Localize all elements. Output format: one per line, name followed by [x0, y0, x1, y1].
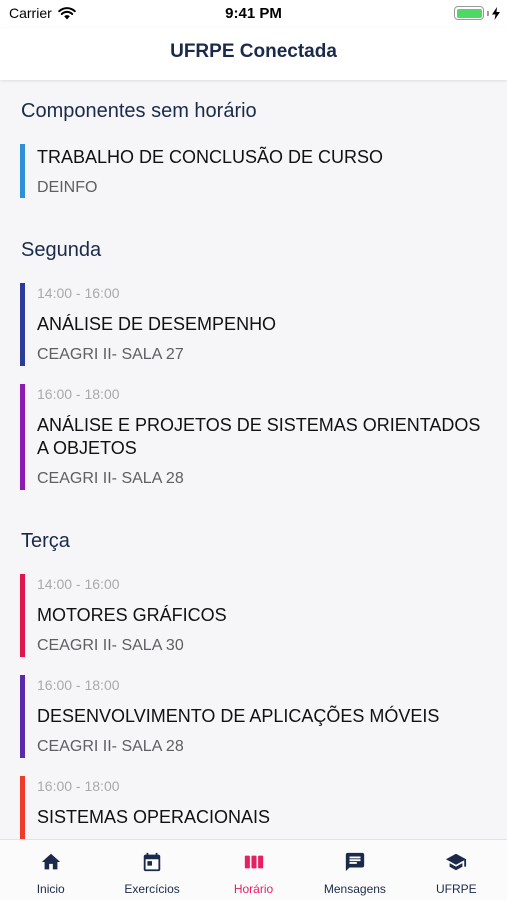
tab-label: Inicio — [36, 882, 65, 896]
home-icon — [41, 853, 60, 870]
tab-label: Exercícios — [124, 882, 180, 896]
course-time: 14:00 - 16:00 — [37, 576, 120, 592]
status-bar: Carrier 9:41 PM — [0, 0, 507, 28]
course-title: MOTORES GRÁFICOS — [37, 605, 227, 625]
section-title-monday: Segunda — [21, 239, 102, 261]
course-color-bar — [20, 675, 25, 758]
tab-mensagens[interactable]: Mensagens — [304, 840, 405, 900]
navigation-bar: UFRPE Conectada — [0, 28, 507, 80]
course-location: CEAGRI II- SALA 28 — [37, 738, 184, 755]
page-title: UFRPE Conectada — [170, 41, 337, 62]
status-time: 9:41 PM — [225, 5, 282, 22]
tab-label: Horário — [233, 882, 274, 896]
calendar-icon — [143, 852, 161, 872]
course-card[interactable]: 16:00 - 18:00 ANÁLISE E PROJETOS DE SIST… — [20, 384, 490, 490]
course-time: 16:00 - 18:00 — [37, 677, 120, 693]
tab-bar: Inicio Exercícios Horário Mensagens UFRP… — [0, 839, 507, 900]
charging-bolt-icon — [492, 6, 500, 20]
course-color-bar — [20, 144, 25, 198]
course-color-bar — [20, 283, 25, 366]
schedule-icon — [244, 855, 263, 869]
course-color-bar — [20, 776, 25, 839]
battery-indicator — [454, 6, 500, 20]
battery-icon — [454, 6, 484, 20]
course-location: CEAGRI II- SALA 30 — [37, 637, 184, 654]
graduation-cap-icon — [446, 853, 467, 871]
course-title: ANÁLISE E PROJETOS DE SISTEMAS ORIENTADO… — [37, 415, 481, 458]
tab-inicio[interactable]: Inicio — [0, 840, 101, 900]
course-title: DESENVOLVIMENTO DE APLICAÇÕES MÓVEIS — [37, 706, 440, 726]
course-card[interactable]: 14:00 - 16:00 ANÁLISE DE DESEMPENHO CEAG… — [20, 283, 490, 366]
tab-horario[interactable]: Horário — [203, 840, 304, 900]
section-title-no-schedule: Componentes sem horário — [21, 100, 257, 122]
course-time: 16:00 - 18:00 — [37, 778, 120, 794]
message-icon — [345, 852, 365, 872]
course-title: TRABALHO DE CONCLUSÃO DE CURSO — [37, 147, 384, 167]
course-location: CEAGRI II- SALA 28 — [37, 470, 184, 487]
course-card[interactable]: TRABALHO DE CONCLUSÃO DE CURSO DEINFO — [20, 144, 490, 198]
course-color-bar — [20, 574, 25, 657]
course-card[interactable]: 16:00 - 18:00 SISTEMAS OPERACIONAIS — [20, 776, 490, 839]
schedule-list[interactable]: Componentes sem horário TRABALHO DE CONC… — [0, 80, 507, 839]
course-card[interactable]: 16:00 - 18:00 DESENVOLVIMENTO DE APLICAÇ… — [20, 675, 490, 758]
course-location: CEAGRI II- SALA 27 — [37, 346, 184, 363]
tab-exercicios[interactable]: Exercícios — [101, 840, 202, 900]
course-color-bar — [20, 384, 25, 490]
tab-label: Mensagens — [323, 882, 386, 896]
course-title: ANÁLISE DE DESEMPENHO — [37, 314, 277, 334]
course-time: 16:00 - 18:00 — [37, 386, 120, 402]
course-title: SISTEMAS OPERACIONAIS — [37, 807, 271, 827]
tab-label: UFRPE — [435, 882, 477, 896]
course-card[interactable]: 14:00 - 16:00 MOTORES GRÁFICOS CEAGRI II… — [20, 574, 490, 657]
section-title-tuesday: Terça — [21, 530, 70, 552]
course-time: 14:00 - 16:00 — [37, 285, 120, 301]
course-location: DEINFO — [37, 179, 98, 196]
tab-ufrpe[interactable]: UFRPE — [406, 840, 507, 900]
